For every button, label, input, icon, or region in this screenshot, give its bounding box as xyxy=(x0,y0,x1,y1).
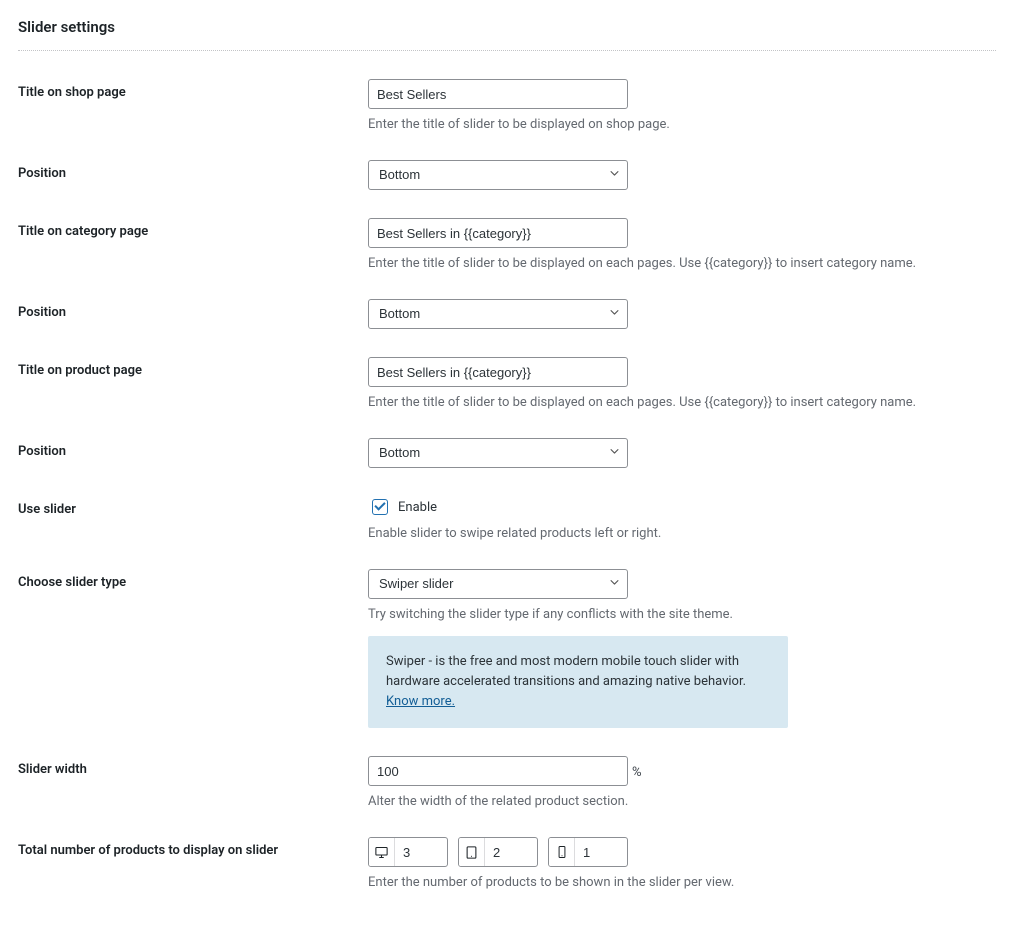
title-product-label: Title on product page xyxy=(18,363,142,378)
mobile-count-field xyxy=(548,837,628,867)
use-slider-checkbox-label: Enable xyxy=(398,500,437,515)
position-shop-select[interactable]: Bottom xyxy=(368,160,628,190)
row-title-shop: Title on shop page Enter the title of sl… xyxy=(18,79,996,132)
field-col: Bottom xyxy=(368,160,996,190)
tablet-count-field xyxy=(458,837,538,867)
field-col: Swiper slider Try switching the slider t… xyxy=(368,569,996,728)
products-count-description: Enter the number of products to be shown… xyxy=(368,875,996,890)
row-position-category: Position Bottom xyxy=(18,299,996,329)
position-category-select[interactable]: Bottom xyxy=(368,299,628,329)
use-slider-checkbox-row: Enable xyxy=(368,496,996,518)
row-position-product: Position Bottom xyxy=(18,438,996,468)
tablet-count-input[interactable] xyxy=(485,838,537,866)
position-category-select-wrap: Bottom xyxy=(368,299,628,329)
position-shop-select-wrap: Bottom xyxy=(368,160,628,190)
title-category-description: Enter the title of slider to be displaye… xyxy=(368,256,996,271)
row-use-slider: Use slider Enable Enable slider to swipe… xyxy=(18,496,996,541)
position-product-select[interactable]: Bottom xyxy=(368,438,628,468)
row-slider-type: Choose slider type Swiper slider Try swi… xyxy=(18,569,996,728)
mobile-icon xyxy=(549,838,575,866)
label-col: Title on shop page xyxy=(18,79,368,100)
slider-width-suffix: % xyxy=(632,765,642,780)
tablet-icon xyxy=(459,838,485,866)
slider-type-label: Choose slider type xyxy=(18,575,126,590)
use-slider-label: Use slider xyxy=(18,502,76,517)
position-product-label: Position xyxy=(18,444,66,459)
title-category-label: Title on category page xyxy=(18,224,148,239)
label-col: Position xyxy=(18,438,368,459)
field-col: Bottom xyxy=(368,299,996,329)
slider-width-description: Alter the width of the related product s… xyxy=(368,794,996,809)
slider-type-select-wrap: Swiper slider xyxy=(368,569,628,599)
field-col: Enter the title of slider to be displaye… xyxy=(368,357,996,410)
use-slider-checkbox[interactable] xyxy=(372,499,388,515)
use-slider-description: Enable slider to swipe related products … xyxy=(368,526,996,541)
slider-type-select[interactable]: Swiper slider xyxy=(368,569,628,599)
title-category-input[interactable] xyxy=(368,218,628,248)
row-slider-width: Slider width % Alter the width of the re… xyxy=(18,756,996,809)
slider-width-input[interactable] xyxy=(368,756,628,786)
field-col: Enter the number of products to be shown… xyxy=(368,837,996,890)
position-shop-label: Position xyxy=(18,166,66,181)
desktop-icon xyxy=(369,838,395,866)
desktop-count-field xyxy=(368,837,448,867)
field-col: Bottom xyxy=(368,438,996,468)
title-shop-input[interactable] xyxy=(368,79,628,109)
slider-width-label: Slider width xyxy=(18,762,87,777)
row-title-category: Title on category page Enter the title o… xyxy=(18,218,996,271)
title-shop-label: Title on shop page xyxy=(18,85,126,100)
slider-type-description: Try switching the slider type if any con… xyxy=(368,607,996,622)
field-col: % Alter the width of the related product… xyxy=(368,756,996,809)
title-product-input[interactable] xyxy=(368,357,628,387)
label-col: Title on product page xyxy=(18,357,368,378)
slider-type-info-box: Swiper - is the free and most modern mob… xyxy=(368,636,788,728)
field-col: Enter the title of slider to be displaye… xyxy=(368,218,996,271)
position-category-label: Position xyxy=(18,305,66,320)
label-col: Title on category page xyxy=(18,218,368,239)
label-col: Position xyxy=(18,299,368,320)
field-col: Enter the title of slider to be displaye… xyxy=(368,79,996,132)
label-col: Total number of products to display on s… xyxy=(18,837,368,858)
row-title-product: Title on product page Enter the title of… xyxy=(18,357,996,410)
device-inputs xyxy=(368,837,996,867)
field-col: Enable Enable slider to swipe related pr… xyxy=(368,496,996,541)
label-col: Use slider xyxy=(18,496,368,517)
row-products-count: Total number of products to display on s… xyxy=(18,837,996,890)
row-position-shop: Position Bottom xyxy=(18,160,996,190)
slider-type-info-text: Swiper - is the free and most modern mob… xyxy=(386,654,746,689)
desktop-count-input[interactable] xyxy=(395,838,447,866)
section-divider xyxy=(18,50,996,51)
section-title: Slider settings xyxy=(18,18,996,36)
slider-type-info-link[interactable]: Know more. xyxy=(386,694,455,709)
position-product-select-wrap: Bottom xyxy=(368,438,628,468)
mobile-count-input[interactable] xyxy=(575,838,627,866)
label-col: Slider width xyxy=(18,756,368,777)
title-shop-description: Enter the title of slider to be displaye… xyxy=(368,117,996,132)
products-count-label: Total number of products to display on s… xyxy=(18,843,278,858)
label-col: Position xyxy=(18,160,368,181)
title-product-description: Enter the title of slider to be displaye… xyxy=(368,395,996,410)
label-col: Choose slider type xyxy=(18,569,368,590)
